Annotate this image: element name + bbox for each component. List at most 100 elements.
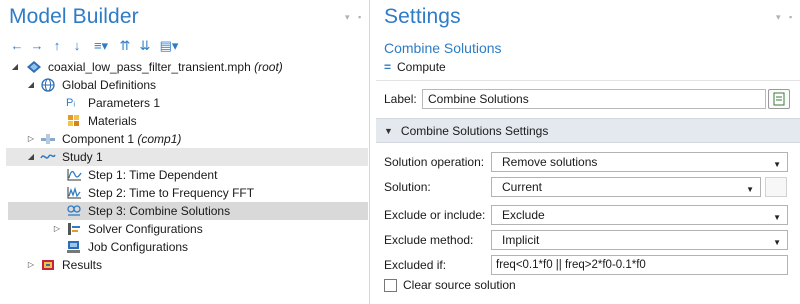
tree-node-step-2[interactable]: Step 2: Time to Frequency FFT <box>6 184 368 202</box>
chevron-down-icon: ▼ <box>746 185 754 194</box>
results-label: Results <box>62 258 103 272</box>
tree-node-root[interactable]: ◢ coaxial_low_pass_filter_transient.mph … <box>6 58 368 76</box>
compute-icon: = <box>384 60 392 74</box>
expand-toggle-icon[interactable]: ◢ <box>10 58 20 76</box>
show-menu-icon[interactable]: ≡▾ <box>90 39 112 53</box>
fft-icon <box>66 186 82 200</box>
exclude-or-include-value: Exclude <box>502 208 545 222</box>
tree-node-component[interactable]: ▷ Component 1 (comp1) <box>6 130 368 148</box>
label-row: Label: Combine Solutions <box>384 89 766 109</box>
materials-label: Materials <box>88 114 137 128</box>
exclude-method-select[interactable]: Implicit ▼ <box>491 230 788 250</box>
step-1-label: Step 1: Time Dependent <box>88 168 218 182</box>
solution-select[interactable]: Current ▼ <box>491 177 761 197</box>
section-title: Combine Solutions Settings <box>400 123 549 138</box>
parameters-icon: Pᵢ <box>66 97 76 109</box>
solution-operation-select[interactable]: Remove solutions ▼ <box>491 152 788 172</box>
clear-source-row: Clear source solution <box>384 278 516 292</box>
tree-node-global-definitions[interactable]: ◢ Global Definitions <box>6 76 368 94</box>
exclude-or-include-key: Exclude or include: <box>384 208 486 222</box>
divider <box>376 80 800 81</box>
excluded-if-input[interactable]: freq<0.1*f0 || freq>2*f0-0.1*f0 <box>491 255 788 275</box>
study-label: Study 1 <box>62 150 103 164</box>
job-configurations-label: Job Configurations <box>88 240 189 254</box>
back-arrow-icon[interactable]: ← <box>10 39 24 53</box>
solution-operation-value: Remove solutions <box>502 155 598 169</box>
solver-icon <box>66 222 82 236</box>
forward-arrow-icon[interactable]: → <box>30 39 44 53</box>
go-to-source-button[interactable] <box>765 177 787 197</box>
model-tree: ◢ coaxial_low_pass_filter_transient.mph … <box>6 58 368 274</box>
step-3-label: Step 3: Combine Solutions <box>88 204 231 218</box>
chevron-down-icon: ▼ <box>773 160 781 169</box>
move-up-icon[interactable]: ↑ <box>50 39 64 53</box>
solver-configurations-label: Solver Configurations <box>88 222 203 236</box>
compute-label: Compute <box>397 60 446 74</box>
root-tag: (root) <box>254 60 283 74</box>
pin-menu-icon[interactable]: ▾ ▪ <box>776 12 795 23</box>
tree-node-study[interactable]: ◢ Study 1 <box>6 148 368 166</box>
view-menu-icon[interactable]: ▤▾ <box>158 39 180 53</box>
tree-node-step-3[interactable]: Step 3: Combine Solutions <box>8 202 368 220</box>
tree-node-materials[interactable]: Materials <box>6 112 368 130</box>
settings-panel: Settings ▾ ▪ Combine Solutions = Compute… <box>376 0 800 304</box>
clear-source-checkbox[interactable] <box>384 278 397 292</box>
combine-solutions-icon <box>66 204 82 218</box>
exclude-method-value: Implicit <box>502 233 540 247</box>
expand-toggle-icon[interactable]: ◢ <box>26 76 36 94</box>
clear-source-label: Clear source solution <box>403 278 516 292</box>
panel-title: Model Builder <box>9 5 139 28</box>
materials-icon <box>66 114 82 128</box>
chevron-down-icon: ▼ <box>773 238 781 247</box>
solution-key: Solution: <box>384 180 431 194</box>
job-icon <box>66 240 82 254</box>
section-header[interactable]: ▼ Combine Solutions Settings <box>376 118 800 143</box>
component-icon <box>40 132 56 146</box>
tree-node-parameters[interactable]: Pᵢ Parameters 1 <box>6 94 368 112</box>
excluded-if-key: Excluded if: <box>384 258 447 272</box>
step-2-label: Step 2: Time to Frequency FFT <box>88 186 255 200</box>
move-down-icon[interactable]: ↓ <box>70 39 84 53</box>
model-builder-toolbar: ← → ↑ ↓ ≡▾ ⇈ ⇊ ▤▾ <box>10 38 180 54</box>
expand-toggle-icon[interactable]: ◢ <box>26 148 36 166</box>
collapse-sections-icon[interactable]: ⇊ <box>138 39 152 53</box>
root-label: coaxial_low_pass_filter_transient.mph <box>48 60 251 74</box>
settings-subtitle: Combine Solutions <box>384 40 502 56</box>
exclude-or-include-row: Exclude or include: <box>384 205 490 225</box>
collapsed-toggle-icon[interactable]: ▷ <box>26 130 36 148</box>
excluded-if-row: Excluded if: <box>384 255 490 275</box>
study-icon <box>40 150 56 164</box>
exclude-or-include-select[interactable]: Exclude ▼ <box>491 205 788 225</box>
collapsed-toggle-icon[interactable]: ▷ <box>26 256 36 274</box>
tree-node-results[interactable]: ▷ Results <box>6 256 368 274</box>
exclude-method-key: Exclude method: <box>384 233 474 247</box>
label-input[interactable]: Combine Solutions <box>422 89 766 109</box>
component-tag: (comp1) <box>137 132 182 146</box>
reset-label-button[interactable] <box>768 89 790 109</box>
tree-node-step-1[interactable]: Step 1: Time Dependent <box>6 166 368 184</box>
panel-title: Settings <box>384 5 461 28</box>
solution-operation-key: Solution operation: <box>384 155 485 169</box>
compute-button[interactable]: = Compute <box>384 60 446 74</box>
globe-icon <box>40 78 56 92</box>
exclude-method-row: Exclude method: <box>384 230 490 250</box>
model-builder-panel: Model Builder ▾ ▪ ← → ↑ ↓ ≡▾ ⇈ ⇊ ▤▾ ◢ co… <box>0 0 370 304</box>
section-collapse-icon[interactable]: ▼ <box>384 126 393 136</box>
model-root-icon <box>26 60 42 74</box>
pin-menu-icon[interactable]: ▾ ▪ <box>345 12 364 23</box>
collapsed-toggle-icon[interactable]: ▷ <box>52 220 62 238</box>
label-key: Label: <box>384 92 417 106</box>
results-icon <box>40 258 56 272</box>
expand-sections-icon[interactable]: ⇈ <box>118 39 132 53</box>
time-dependent-icon <box>66 168 82 182</box>
tree-node-solver-configurations[interactable]: ▷ Solver Configurations <box>6 220 368 238</box>
global-definitions-label: Global Definitions <box>62 78 157 92</box>
component-label: Component 1 <box>62 132 135 146</box>
solution-row: Solution: <box>384 177 490 197</box>
tree-node-job-configurations[interactable]: Job Configurations <box>6 238 368 256</box>
solution-value: Current <box>502 180 543 194</box>
chevron-down-icon: ▼ <box>773 213 781 222</box>
parameters-label: Parameters 1 <box>88 96 161 110</box>
document-icon <box>773 92 785 106</box>
solution-operation-row: Solution operation: <box>384 152 490 172</box>
